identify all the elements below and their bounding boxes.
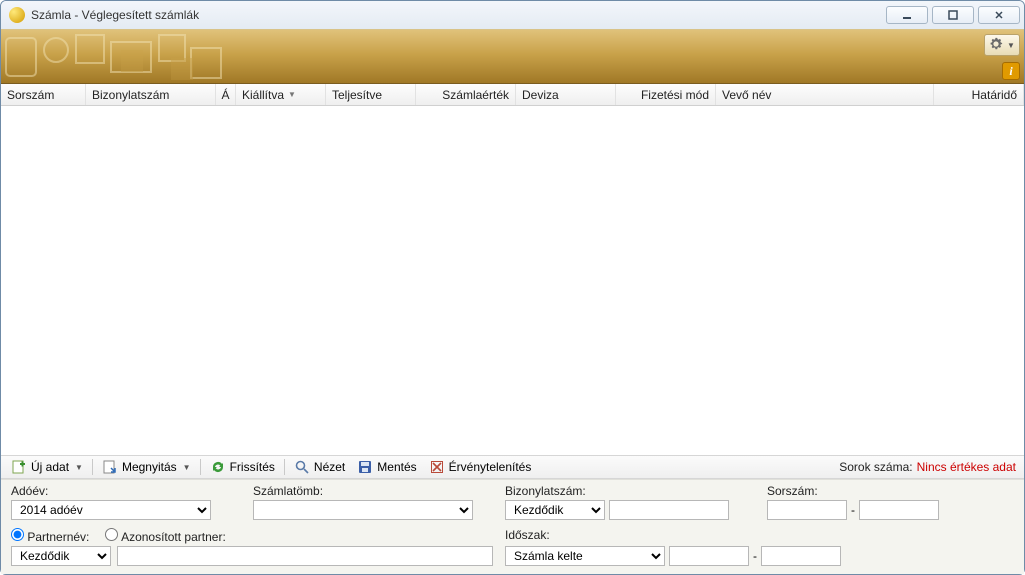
idoszak-mode-select[interactable]: Számla kelte — [505, 546, 665, 566]
ribbon-decoration — [1, 30, 261, 84]
separator — [200, 459, 201, 475]
gear-icon — [989, 37, 1005, 53]
col-fizetesi-mod[interactable]: Fizetési mód — [616, 84, 716, 105]
ribbon-header: ▼ i — [1, 29, 1024, 84]
new-label: Új adat — [31, 460, 69, 474]
adoev-select[interactable]: 2014 adóév — [11, 500, 211, 520]
save-label: Mentés — [377, 460, 416, 474]
window-buttons — [886, 6, 1020, 24]
view-label: Nézet — [314, 460, 345, 474]
filter-panel: Adóév: 2014 adóév Számlatömb: Bizonylats… — [1, 479, 1024, 574]
search-icon — [294, 459, 310, 475]
range-separator: - — [851, 503, 855, 517]
szamlatomb-label: Számlatömb: — [253, 484, 493, 498]
invalidate-label: Érvénytelenítés — [449, 460, 532, 474]
adoev-label: Adóév: — [11, 484, 241, 498]
col-vevo-nev[interactable]: Vevő név — [716, 84, 934, 105]
range-separator: - — [753, 549, 757, 563]
col-sorszam[interactable]: Sorszám — [1, 84, 86, 105]
biz-value-input[interactable] — [609, 500, 729, 520]
window-titlebar: Számla - Véglegesített számlák — [1, 1, 1024, 29]
grid-header: Sorszám Bizonylatszám Á Kiállítva▼ Telje… — [1, 84, 1024, 106]
separator — [284, 459, 285, 475]
col-a[interactable]: Á — [216, 84, 236, 105]
col-kiallitva[interactable]: Kiállítva▼ — [236, 84, 326, 105]
szamlatomb-select[interactable] — [253, 500, 473, 520]
partnernev-radio-input[interactable] — [11, 528, 24, 541]
app-icon — [9, 7, 25, 23]
invalidate-icon — [429, 459, 445, 475]
partner-op-select[interactable]: Kezdődik — [11, 546, 111, 566]
rowcount-label: Sorok száma: — [839, 460, 916, 474]
chevron-down-icon: ▼ — [183, 463, 191, 472]
azonositott-radio-input[interactable] — [105, 528, 118, 541]
info-button[interactable]: i — [1002, 62, 1020, 80]
col-deviza[interactable]: Deviza — [516, 84, 616, 105]
partner-value-input[interactable] — [117, 546, 493, 566]
window-title: Számla - Véglegesített számlák — [31, 8, 886, 22]
maximize-button[interactable] — [932, 6, 974, 24]
open-label: Megnyitás — [122, 460, 177, 474]
minimize-button[interactable] — [886, 6, 928, 24]
view-button[interactable]: Nézet — [288, 456, 351, 478]
idoszak-to-input[interactable] — [761, 546, 841, 566]
grid-body[interactable] — [1, 106, 1024, 455]
bizonylatszam-label: Bizonylatszám: — [505, 484, 755, 498]
separator — [92, 459, 93, 475]
invalidate-button[interactable]: Érvénytelenítés — [423, 456, 538, 478]
open-button[interactable]: Megnyitás ▼ — [96, 456, 197, 478]
azonositott-partner-radio[interactable]: Azonosított partner: — [105, 528, 225, 544]
idoszak-from-input[interactable] — [669, 546, 749, 566]
chevron-down-icon: ▼ — [1007, 41, 1015, 50]
col-szamlaertek[interactable]: Számlaérték — [416, 84, 516, 105]
refresh-icon — [210, 459, 226, 475]
save-icon — [357, 459, 373, 475]
close-button[interactable] — [978, 6, 1020, 24]
biz-op-select[interactable]: Kezdődik — [505, 500, 605, 520]
app-window: Számla - Véglegesített számlák — [0, 0, 1025, 575]
refresh-label: Frissítés — [230, 460, 275, 474]
col-hatarido[interactable]: Határidő — [934, 84, 1024, 105]
new-button[interactable]: Új adat ▼ — [5, 456, 89, 478]
partnernev-radio[interactable]: Partnernév: — [11, 528, 89, 544]
sorszam-from-input[interactable] — [767, 500, 847, 520]
toolbar: Új adat ▼ Megnyitás ▼ Frissítés Nézet — [1, 455, 1024, 479]
open-icon — [102, 459, 118, 475]
rowcount-value: Nincs értékes adat — [917, 460, 1020, 474]
settings-button[interactable]: ▼ — [984, 34, 1020, 56]
col-teljesitve[interactable]: Teljesítve — [326, 84, 416, 105]
sorszam-label: Sorszám: — [767, 484, 1014, 498]
idoszak-label: Időszak: — [505, 528, 550, 542]
refresh-button[interactable]: Frissítés — [204, 456, 281, 478]
new-icon — [11, 459, 27, 475]
sort-desc-icon: ▼ — [288, 90, 296, 99]
sorszam-to-input[interactable] — [859, 500, 939, 520]
save-button[interactable]: Mentés — [351, 456, 422, 478]
chevron-down-icon: ▼ — [75, 463, 83, 472]
col-bizonylatszam[interactable]: Bizonylatszám — [86, 84, 216, 105]
